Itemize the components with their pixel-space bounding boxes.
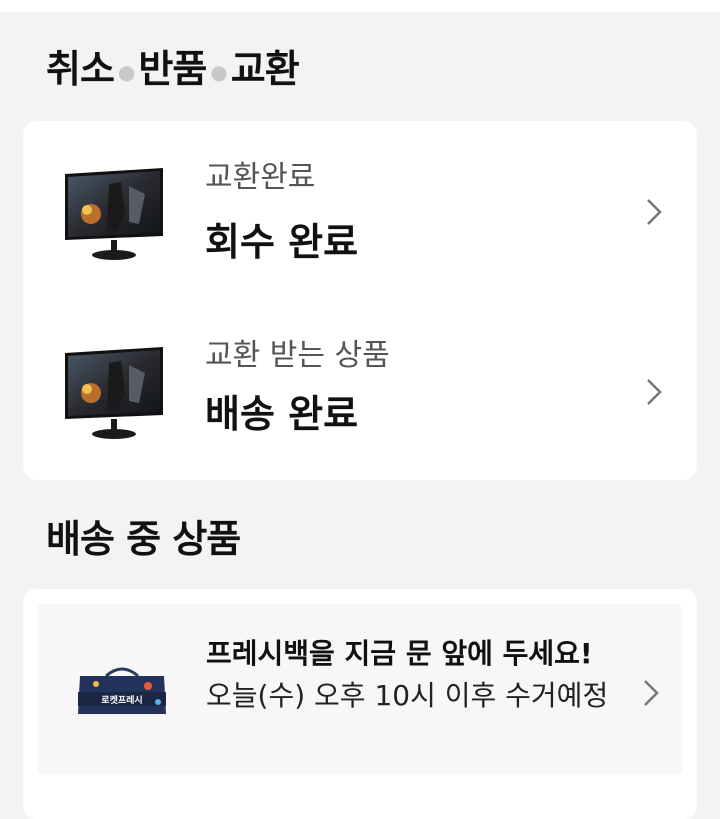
- shipping-card: 로켓프레시 프레시백을 지금 문 앞에 두세요! 오늘(수) 오후 10시 이후…: [23, 589, 697, 819]
- fresh-notice-title: 프레시백을 지금 문 앞에 두세요!: [206, 637, 593, 670]
- title-return: 반품: [138, 47, 207, 91]
- fresh-bag-label: 로켓프레시: [101, 694, 142, 706]
- chevron-right-icon: [644, 680, 659, 706]
- separator-dot: ●: [117, 59, 135, 84]
- exchange-item-receiving[interactable]: 교환 받는 상품 배송 완료: [23, 319, 697, 469]
- exchange-item-collected[interactable]: 교환완료 회수 완료: [23, 139, 697, 289]
- chevron-right-icon: [647, 199, 662, 225]
- fresh-notice-detail: 오늘(수) 오후 10시 이후 수거예정: [206, 679, 609, 712]
- title-cancel: 취소: [46, 47, 115, 91]
- top-strip: [0, 0, 720, 12]
- section-title-shipping: 배송 중 상품: [46, 517, 241, 561]
- monitor-thumbnail-icon: [65, 168, 163, 260]
- fresh-bag-icon: 로켓프레시: [78, 667, 166, 714]
- exchange-subtitle: 교환 받는 상품: [205, 338, 390, 373]
- section-title-cancel-return-exchange: 취소 ● 반품 ● 교환: [46, 47, 300, 91]
- chevron-right-icon: [647, 379, 662, 405]
- monitor-thumbnail-icon: [65, 347, 163, 439]
- exchange-status: 배송 완료: [205, 392, 359, 436]
- title-exchange: 교환: [230, 47, 300, 91]
- fresh-bag-notice[interactable]: 로켓프레시 프레시백을 지금 문 앞에 두세요! 오늘(수) 오후 10시 이후…: [38, 604, 682, 774]
- exchange-card: 교환완료 회수 완료 교환 받는 상품 배송 완료: [23, 121, 697, 480]
- separator-dot: ●: [210, 59, 227, 84]
- exchange-status: 회수 완료: [205, 220, 359, 264]
- exchange-subtitle: 교환완료: [205, 160, 316, 195]
